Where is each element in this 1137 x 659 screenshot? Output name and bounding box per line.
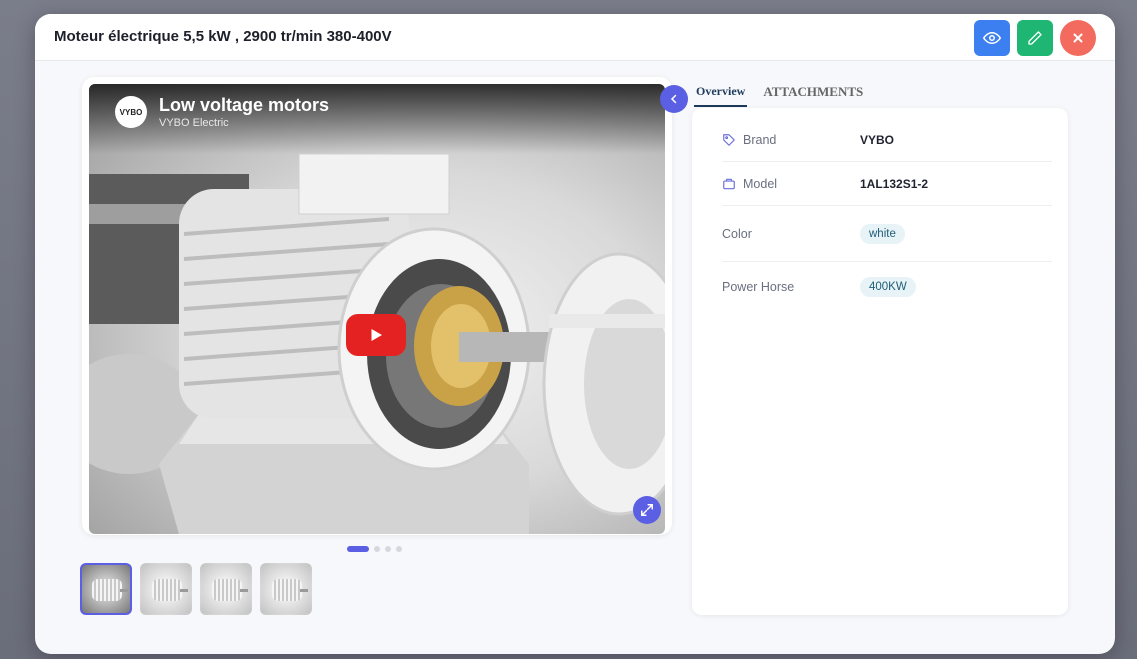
product-modal: Moteur électrique 5,5 kW , 2900 tr/min 3… [35, 14, 1115, 654]
thumbnail-strip [80, 563, 312, 615]
detail-chip: 400KW [860, 277, 916, 297]
thumbnail-image-2[interactable] [140, 563, 192, 615]
carousel-dot[interactable] [374, 546, 380, 552]
detail-label: Brand [743, 132, 777, 147]
chevron-left-icon [670, 94, 677, 104]
thumbnail-image [272, 579, 302, 601]
thumbnail-image [92, 579, 122, 601]
carousel-dot[interactable] [347, 546, 369, 552]
thumbnail-video[interactable] [80, 563, 132, 615]
thumbnail-image [212, 579, 242, 601]
tag-icon [723, 133, 735, 146]
carousel-dot[interactable] [385, 546, 391, 552]
edit-button[interactable] [1017, 20, 1053, 56]
carousel-dots [347, 546, 402, 552]
detail-label: Model [743, 176, 778, 191]
detail-chip: white [860, 223, 905, 244]
pencil-icon [1028, 31, 1042, 45]
video-card: VYBO Low voltage motors VYBO Electric [82, 77, 672, 535]
detail-value: 1AL132S1-2 [860, 176, 929, 191]
expand-icon [641, 504, 653, 516]
channel-logo[interactable]: VYBO [115, 96, 147, 128]
thumbnail-image-4[interactable] [260, 563, 312, 615]
thumbnail-image [152, 579, 182, 601]
tab-attachments[interactable]: ATTACHMENTS [761, 80, 865, 107]
briefcase-icon [723, 178, 735, 189]
detail-label: Power Horse [722, 280, 795, 294]
detail-row-color: Color white [722, 206, 1052, 262]
video-player[interactable]: VYBO Low voltage motors VYBO Electric [89, 84, 665, 534]
video-title[interactable]: Low voltage motors [159, 95, 329, 116]
detail-row-model: Model 1AL132S1-2 [722, 162, 1052, 206]
modal-header: Moteur électrique 5,5 kW , 2900 tr/min 3… [35, 14, 1115, 61]
close-icon [1073, 33, 1083, 43]
fullscreen-button[interactable] [633, 496, 661, 524]
detail-tabs: Overview ATTACHMENTS [694, 80, 865, 107]
modal-title: Moteur électrique 5,5 kW , 2900 tr/min 3… [54, 28, 392, 45]
detail-label: Color [722, 226, 752, 241]
tab-overview[interactable]: Overview [694, 80, 748, 107]
eye-icon [983, 32, 1001, 44]
video-channel: VYBO Electric [159, 117, 229, 129]
video-topbar: VYBO Low voltage motors VYBO Electric [89, 84, 665, 154]
details-card: Brand VYBO Model 1AL132S1-2 Color white … [692, 108, 1068, 615]
carousel-dot[interactable] [396, 546, 402, 552]
detail-row-power: Power Horse 400KW [722, 262, 1052, 312]
close-button[interactable] [1060, 20, 1096, 56]
detail-row-brand: Brand VYBO [722, 118, 1052, 162]
view-button[interactable] [974, 20, 1010, 56]
play-button[interactable] [346, 314, 406, 356]
thumbnail-image-3[interactable] [200, 563, 252, 615]
play-icon [371, 329, 382, 341]
detail-value: VYBO [860, 132, 895, 147]
collapse-panel-button[interactable] [660, 85, 688, 113]
